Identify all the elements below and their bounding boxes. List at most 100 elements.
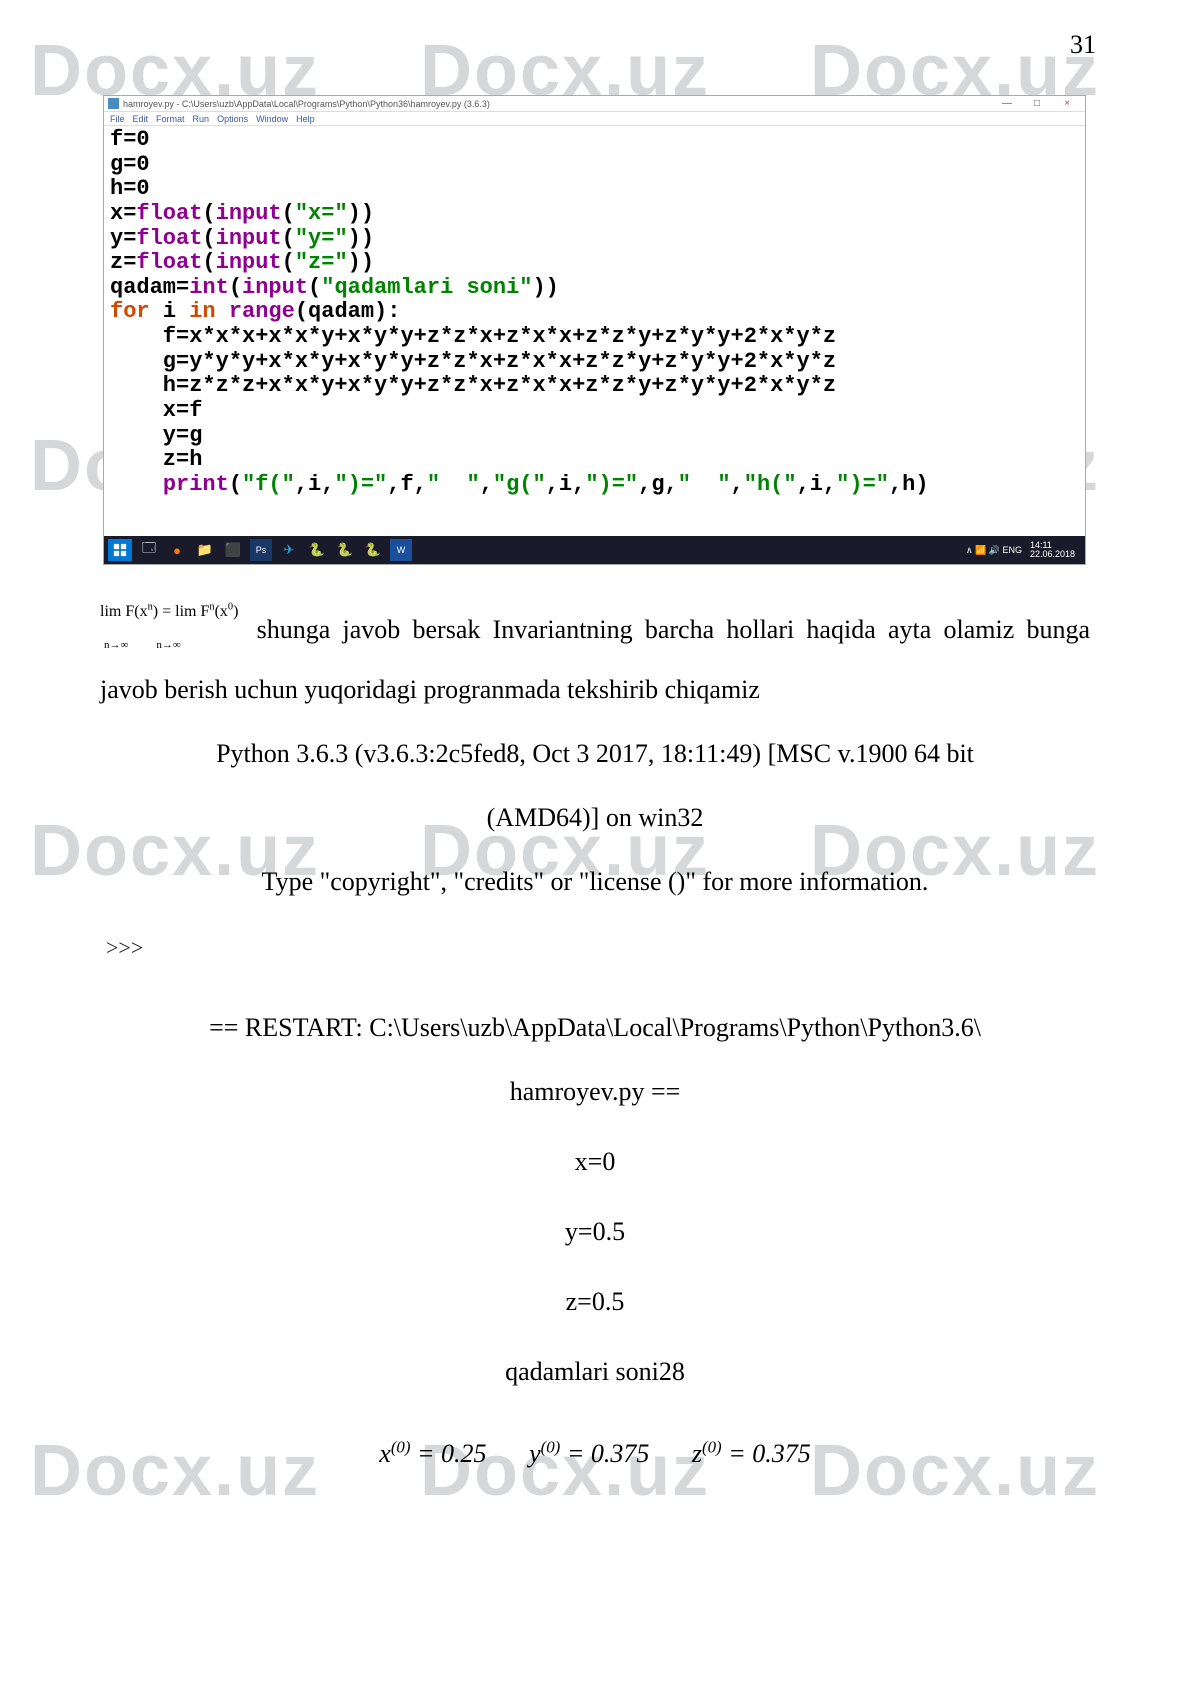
photoshop-icon[interactable]: Ps <box>250 539 272 561</box>
code-token: "f(" <box>242 472 295 497</box>
document-body: lim F(xn) = lim Fn(x0) n→∞ n→∞ shunga ja… <box>100 600 1090 1480</box>
menu-format[interactable]: Format <box>156 114 185 124</box>
y-input-line: y=0.5 <box>100 1206 1090 1258</box>
idle-icon <box>108 98 119 109</box>
code-token: "g(" <box>493 472 546 497</box>
app-icon[interactable]: ⬛ <box>222 539 244 561</box>
code-token: z= <box>110 250 136 275</box>
code-token: input <box>216 250 282 275</box>
code-token: "h(" <box>744 472 797 497</box>
code-token: float <box>136 201 202 226</box>
code-line: f=x*x*x+x*x*y+x*y*y+z*z*x+z*x*x+z*z*y+z*… <box>110 324 836 349</box>
window-title: hamroyev.py - C:\Users\uzb\AppData\Local… <box>123 99 993 109</box>
maximize-button[interactable]: □ <box>1023 97 1051 111</box>
code-token: ( <box>202 201 215 226</box>
code-token: ,i, <box>295 472 335 497</box>
code-token: ,h) <box>889 472 929 497</box>
menu-options[interactable]: Options <box>217 114 248 124</box>
code-token: )) <box>532 275 558 300</box>
code-token: ( <box>229 275 242 300</box>
python-prompt: >>> <box>106 926 1090 970</box>
code-token: qadam= <box>110 275 189 300</box>
code-token: y= <box>110 226 136 251</box>
code-token: "x=" <box>295 201 348 226</box>
idle-task-icon[interactable]: 🐍 <box>306 539 328 561</box>
amd-line: (AMD64)] on win32 <box>100 792 1090 844</box>
result-equation: x(0) = 0.25 y(0) = 0.375 z(0) = 0.375 <box>100 1428 1090 1480</box>
menu-run[interactable]: Run <box>193 114 210 124</box>
minimize-button[interactable]: — <box>993 97 1021 111</box>
code-token: ")=" <box>334 472 387 497</box>
code-token: float <box>136 226 202 251</box>
system-tray[interactable]: ∧ 📶 🔊 ENG <box>966 545 1022 556</box>
code-token: ( <box>282 201 295 226</box>
code-token: input <box>216 201 282 226</box>
z-input-line: z=0.5 <box>100 1276 1090 1328</box>
telegram-icon[interactable]: ✈ <box>278 539 300 561</box>
code-token: in <box>189 299 229 324</box>
python-version-line: Python 3.6.3 (v3.6.3:2c5fed8, Oct 3 2017… <box>100 728 1090 780</box>
code-token: i <box>163 299 189 324</box>
code-token: ( <box>282 250 295 275</box>
idle-menubar: File Edit Format Run Options Window Help <box>104 112 1085 126</box>
code-line: h=z*z*z+x*x*y+x*y*y+z*z*x+z*x*x+z*z*y+z*… <box>110 373 836 398</box>
limit-expression: lim F(xn) = lim Fn(x0) n→∞ n→∞ <box>100 596 238 660</box>
windows-icon <box>113 543 127 557</box>
code-token: ( <box>282 226 295 251</box>
code-token <box>110 472 163 497</box>
code-token: int <box>189 275 229 300</box>
code-token: input <box>242 275 308 300</box>
code-editor[interactable]: f=0 g=0 h=0 x=float(input("x=")) y=float… <box>104 126 1085 501</box>
x-input-line: x=0 <box>100 1136 1090 1188</box>
code-token: for <box>110 299 163 324</box>
menu-help[interactable]: Help <box>296 114 315 124</box>
idle-task-icon[interactable]: 🐍 <box>362 539 384 561</box>
code-token: input <box>216 226 282 251</box>
code-token: ")=" <box>585 472 638 497</box>
code-token: ( <box>308 275 321 300</box>
code-token: ,i, <box>546 472 586 497</box>
code-token: " " <box>678 472 731 497</box>
code-token: ( <box>229 472 242 497</box>
paragraph-text: shunga javob bersak Invariantning barcha… <box>100 615 1090 704</box>
code-token: ")=" <box>836 472 889 497</box>
task-view-icon[interactable]: 🗔 <box>138 539 160 561</box>
taskbar-date: 22.06.2018 <box>1030 550 1075 559</box>
code-token: print <box>163 472 229 497</box>
page-number: 31 <box>1070 30 1096 60</box>
code-token: )) <box>348 226 374 251</box>
code-token: (qadam): <box>295 299 401 324</box>
windows-taskbar: 🗔 ● 📁 ⬛ Ps ✈ 🐍 🐍 🐍 W ∧ 📶 🔊 ENG 14:11 22.… <box>104 536 1085 564</box>
code-line: y=g <box>110 423 202 448</box>
idle-titlebar[interactable]: hamroyev.py - C:\Users\uzb\AppData\Local… <box>104 96 1085 112</box>
code-line: f=0 <box>110 127 150 152</box>
code-line: x=f <box>110 398 202 423</box>
code-token: range <box>229 299 295 324</box>
menu-file[interactable]: File <box>110 114 125 124</box>
start-button[interactable] <box>108 539 132 561</box>
code-token: "y=" <box>295 226 348 251</box>
qadam-line: qadamlari soni28 <box>100 1346 1090 1398</box>
menu-edit[interactable]: Edit <box>133 114 149 124</box>
code-line: g=y*y*y+x*x*y+x*y*y+z*z*x+z*x*x+z*z*y+z*… <box>110 349 836 374</box>
type-copyright-line: Type "copyright", "credits" or "license … <box>100 856 1090 908</box>
code-token: " " <box>427 472 480 497</box>
restart-line-2: hamroyev.py == <box>100 1066 1090 1118</box>
idle-task-icon[interactable]: 🐍 <box>334 539 356 561</box>
code-token: float <box>136 250 202 275</box>
code-token: , <box>480 472 493 497</box>
code-token: , <box>731 472 744 497</box>
code-token: ,g, <box>638 472 678 497</box>
restart-line: == RESTART: C:\Users\uzb\AppData\Local\P… <box>100 1002 1090 1054</box>
code-token: ( <box>202 226 215 251</box>
word-icon[interactable]: W <box>390 539 412 561</box>
browser-icon[interactable]: ● <box>166 539 188 561</box>
close-button[interactable]: × <box>1053 97 1081 111</box>
file-explorer-icon[interactable]: 📁 <box>194 539 216 561</box>
menu-window[interactable]: Window <box>256 114 288 124</box>
code-token: ,f, <box>387 472 427 497</box>
code-token: ( <box>202 250 215 275</box>
code-line: g=0 <box>110 152 150 177</box>
code-token: "qadamlari soni" <box>321 275 532 300</box>
idle-window: hamroyev.py - C:\Users\uzb\AppData\Local… <box>103 95 1086 565</box>
